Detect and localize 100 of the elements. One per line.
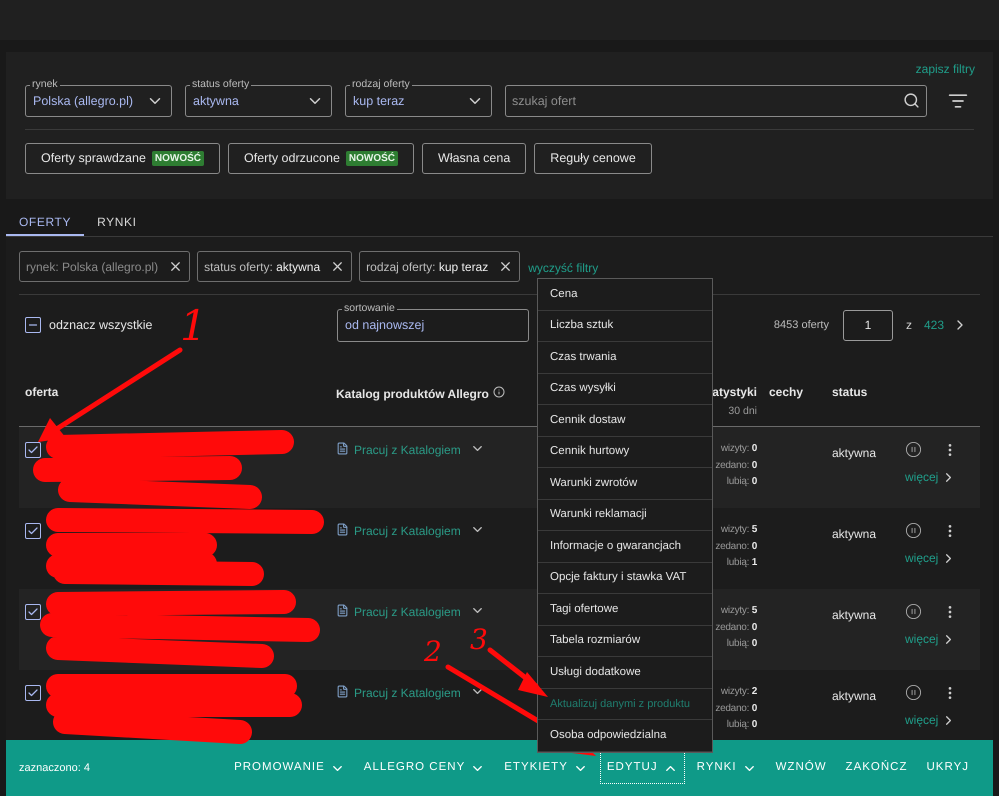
document-icon bbox=[336, 685, 349, 698]
menu-item[interactable]: Warunki reklamacji bbox=[538, 500, 712, 531]
filter-chip[interactable]: rodzaj oferty: kup teraz bbox=[359, 251, 520, 282]
chip-text: rynek: Polska (allegro.pl) bbox=[26, 258, 158, 276]
total-pages: 423 bbox=[924, 317, 944, 334]
more-link[interactable]: więcej bbox=[905, 711, 938, 729]
status-text: aktywna bbox=[832, 527, 876, 541]
selected-count: zaznaczono: 4 bbox=[19, 760, 90, 776]
chip-text: rodzaj oferty: kup teraz bbox=[366, 258, 488, 276]
stat-text: zedano: 0 bbox=[715, 540, 757, 554]
pause-icon[interactable] bbox=[905, 603, 922, 620]
save-filters-link[interactable]: zapisz filtry bbox=[916, 60, 975, 85]
chip-text: status oferty: aktywna bbox=[204, 258, 320, 276]
pause-icon[interactable] bbox=[905, 441, 922, 458]
action-button[interactable]: WZNÓW bbox=[770, 753, 833, 783]
catalog-link[interactable]: Pracuj z Katalogiem bbox=[354, 441, 461, 459]
field-value: kup teraz bbox=[353, 92, 404, 110]
field-label: sortowanie bbox=[342, 300, 397, 314]
stat-text: zedano: 0 bbox=[715, 620, 757, 634]
menu-item[interactable]: Osoba odpowiedzialna bbox=[538, 720, 712, 752]
checkbox[interactable] bbox=[25, 523, 41, 539]
document-icon bbox=[336, 604, 349, 617]
column-header: atystyki bbox=[712, 384, 757, 401]
column-header: status bbox=[832, 385, 868, 399]
column-subheader: 30 dni bbox=[728, 404, 757, 419]
page-of-label: z bbox=[906, 317, 912, 334]
filter-button[interactable]: Oferty sprawdzane NOWOŚĆ bbox=[25, 143, 220, 174]
stat-text: lubią: 0 bbox=[726, 718, 757, 732]
action-button[interactable]: EDYTUJ bbox=[600, 753, 684, 783]
checkbox[interactable] bbox=[25, 685, 41, 701]
more-link[interactable]: więcej bbox=[905, 549, 938, 567]
document-icon bbox=[336, 442, 349, 455]
status-text: aktywna bbox=[832, 689, 876, 703]
catalog-link[interactable]: Pracuj z Katalogiem bbox=[354, 522, 461, 540]
menu-item[interactable]: Tabela rozmiarów bbox=[538, 626, 712, 657]
stat-text: lubią: 1 bbox=[726, 556, 757, 570]
search-icon[interactable] bbox=[903, 92, 920, 109]
field-label: rynek bbox=[30, 77, 60, 91]
menu-item[interactable]: Tagi ofertowe bbox=[538, 594, 712, 626]
clear-filters-link[interactable]: wyczyść filtry bbox=[528, 259, 598, 277]
menu-item[interactable]: Warunki zwrotów bbox=[538, 468, 712, 500]
menu-item[interactable]: Usługi dodatkowe bbox=[538, 657, 712, 688]
select-all-label: odznacz wszystkie bbox=[49, 316, 153, 334]
check-icon bbox=[27, 687, 39, 699]
menu-item[interactable]: Liczba sztuk bbox=[538, 310, 712, 342]
column-header: Katalog produktów Allegro bbox=[336, 386, 489, 403]
stat-text: wizyty: 5 bbox=[720, 604, 757, 618]
catalog-link[interactable]: Pracuj z Katalogiem bbox=[354, 603, 461, 621]
annotation-number: 2 bbox=[424, 638, 442, 666]
field-label: rodzaj oferty bbox=[350, 77, 412, 91]
action-button[interactable]: ZAKOŃCZ bbox=[840, 753, 914, 783]
annotation-number: 3 bbox=[470, 626, 488, 654]
offer-count: 8453 oferty bbox=[774, 318, 829, 333]
annotation-number: 1 bbox=[180, 305, 207, 347]
status-text: aktywna bbox=[832, 446, 876, 460]
menu-item[interactable]: Informacje o gwarancjach bbox=[538, 531, 712, 562]
stat-text: lubią: 0 bbox=[726, 475, 757, 489]
pause-icon[interactable] bbox=[905, 522, 922, 539]
check-icon bbox=[27, 606, 39, 618]
stat-text: zedano: 0 bbox=[715, 458, 757, 472]
action-button[interactable]: UKRYJ bbox=[920, 753, 975, 783]
menu-item[interactable]: Cennik dostaw bbox=[538, 405, 712, 436]
more-link[interactable]: więcej bbox=[905, 630, 938, 648]
tab[interactable]: RYNKI bbox=[84, 209, 150, 236]
menu-item[interactable]: Czas wysyłki bbox=[538, 374, 712, 405]
column-header: oferta bbox=[25, 385, 58, 399]
status-text: aktywna bbox=[832, 608, 876, 622]
column-header: cechy bbox=[769, 385, 804, 399]
catalog-link[interactable]: Pracuj z Katalogiem bbox=[354, 684, 461, 702]
new-badge: NOWOŚĆ bbox=[152, 151, 204, 166]
field-value: od najnowszej bbox=[345, 316, 424, 334]
stat-text: wizyty: 5 bbox=[720, 523, 757, 537]
checkbox[interactable] bbox=[25, 317, 41, 333]
search-field[interactable]: szukaj ofert bbox=[505, 85, 927, 117]
checkbox[interactable] bbox=[25, 604, 41, 620]
menu-item[interactable]: Opcje faktury i stawka VAT bbox=[538, 562, 712, 594]
stat-text: zedano: 0 bbox=[715, 702, 757, 716]
menu-item[interactable]: Czas trwania bbox=[538, 342, 712, 374]
check-icon bbox=[27, 525, 39, 537]
menu-item[interactable]: Cennik hurtowy bbox=[538, 436, 712, 468]
action-button[interactable]: RYNKI bbox=[690, 753, 763, 783]
action-button[interactable]: ALLEGRO CENY bbox=[358, 753, 492, 783]
checkbox[interactable] bbox=[25, 442, 41, 458]
field-value: aktywna bbox=[193, 92, 239, 110]
action-button[interactable]: ETYKIETY bbox=[498, 753, 594, 783]
menu-item[interactable]: Cena bbox=[538, 279, 712, 310]
document-icon bbox=[336, 523, 349, 536]
field-value: Polska (allegro.pl) bbox=[33, 92, 134, 110]
more-link[interactable]: więcej bbox=[905, 468, 938, 486]
action-button[interactable]: PROMOWANIE bbox=[228, 753, 351, 783]
check-icon bbox=[27, 444, 39, 456]
info-icon[interactable] bbox=[492, 386, 505, 398]
filter-button[interactable]: Oferty odrzucone NOWOŚĆ bbox=[228, 143, 414, 174]
page-field[interactable]: 1 bbox=[842, 310, 893, 340]
pause-icon[interactable] bbox=[905, 684, 922, 701]
filter-button[interactable]: Reguły cenowe bbox=[534, 143, 652, 174]
stat-text: lubią: 0 bbox=[726, 637, 757, 651]
filter-chip[interactable]: status oferty: aktywna bbox=[197, 251, 352, 282]
filter-button[interactable]: Własna cena bbox=[422, 143, 526, 174]
stat-text: wizyty: 0 bbox=[720, 442, 757, 456]
